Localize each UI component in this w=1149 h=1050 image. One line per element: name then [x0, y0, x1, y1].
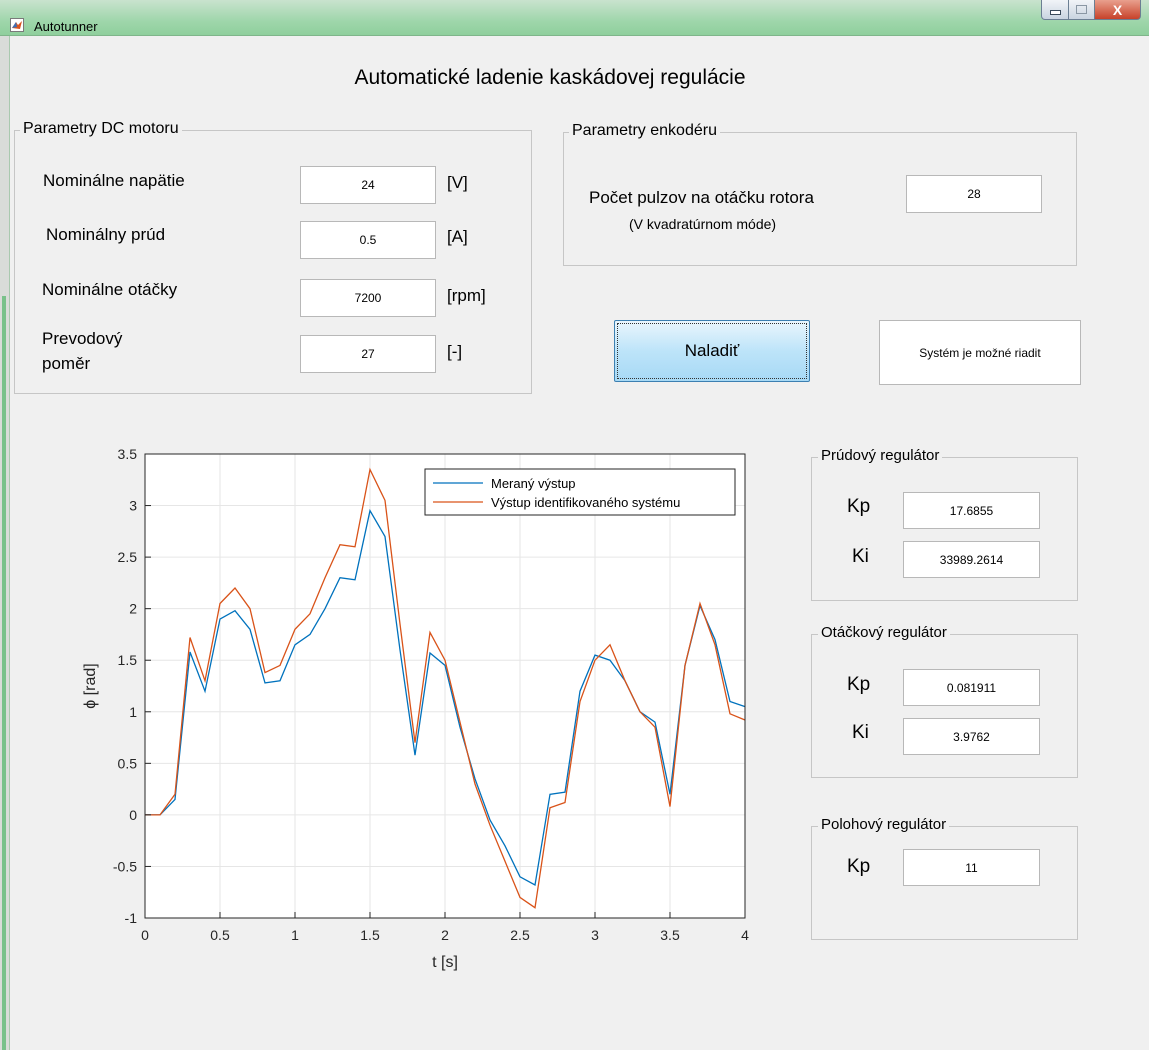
chart-y-axis-label: ϕ [rad]	[82, 663, 99, 708]
gear-ratio-field[interactable]: 27	[300, 335, 436, 373]
speed-ki-field[interactable]: 3.9762	[903, 718, 1040, 755]
position-regulator-title: Polohový regulátor	[818, 816, 950, 833]
x-tick-label: 2	[441, 927, 449, 943]
current-ki-label: Ki	[852, 546, 869, 567]
y-tick-label: 1.5	[118, 652, 138, 668]
window-controls: X	[1041, 0, 1141, 22]
position-kp-field[interactable]: 11	[903, 849, 1040, 886]
close-icon: X	[1112, 1, 1123, 18]
response-chart: 0 0.5 1 1.5 2 2.5 3 3.5 4-1-0.500.511.522.533.5 …	[82, 446, 749, 971]
current-regulator-title: Prúdový regulátor	[818, 447, 943, 464]
voltage-label: Nominálne napätie	[43, 171, 185, 190]
chart-x-axis-label: t [s]	[432, 954, 458, 971]
status-text: Systém je možné riadit	[879, 320, 1081, 385]
current-label: Nominálny prúd	[46, 225, 166, 244]
legend-entry: Meraný výstup	[491, 476, 576, 491]
maximize-icon	[1076, 5, 1087, 14]
x-tick-label: 1	[291, 927, 299, 943]
title-bar: Autotunner X	[0, 0, 1149, 36]
y-tick-label: -0.5	[113, 858, 137, 874]
speed-unit: [rpm]	[447, 286, 486, 305]
maximize-button[interactable]	[1069, 0, 1095, 20]
chart-legend: Meraný výstup Výstup identifikovaného sys…	[424, 468, 736, 516]
y-tick-label: 2	[129, 601, 137, 617]
gear-ratio-unit: [-]	[447, 342, 463, 361]
x-tick-label: 1.5	[360, 927, 380, 943]
y-tick-label: 0	[129, 807, 137, 823]
minimize-button[interactable]	[1041, 0, 1069, 20]
tune-button[interactable]: Naladiť	[614, 320, 810, 382]
speed-ki-label: Ki	[852, 722, 869, 743]
speed-label: Nominálne otáčky	[42, 280, 178, 299]
x-tick-label: 0	[141, 927, 149, 943]
current-unit: [A]	[447, 227, 468, 246]
current-kp-label: Kp	[847, 496, 871, 517]
voltage-unit: [V]	[447, 173, 468, 192]
encoder-params-title: Parametry enkodéru	[569, 122, 720, 140]
y-tick-label: 3	[129, 498, 137, 514]
speed-field[interactable]: 7200	[300, 279, 436, 317]
current-regulator-panel: Prúdový regulátor	[811, 447, 1078, 601]
gear-ratio-label-2: poměr	[42, 354, 91, 373]
window-title: Autotunner	[34, 19, 98, 34]
chart-grid	[144, 453, 746, 919]
x-tick-label: 2.5	[510, 927, 530, 943]
x-tick-label: 0.5	[210, 927, 230, 943]
minimize-icon	[1049, 10, 1061, 15]
y-tick-label: 2.5	[118, 549, 138, 565]
y-tick-label: 3.5	[118, 446, 138, 462]
y-tick-label: 1	[129, 704, 137, 720]
speed-kp-field[interactable]: 0.081911	[903, 669, 1040, 706]
x-tick-label: 4	[741, 927, 749, 943]
gear-ratio-label-1: Prevodový	[42, 329, 123, 348]
close-button[interactable]: X	[1095, 0, 1141, 20]
motor-params-title: Parametry DC motoru	[20, 120, 182, 138]
encoder-mode-label: (V kvadratúrnom móde)	[629, 216, 777, 232]
voltage-field[interactable]: 24	[300, 166, 436, 204]
position-kp-label: Kp	[847, 856, 871, 877]
speed-kp-label: Kp	[847, 674, 871, 695]
y-tick-label: 0.5	[118, 755, 138, 771]
page-title: Automatické ladenie kaskádovej regulácie	[354, 66, 746, 89]
current-field[interactable]: 0.5	[300, 221, 436, 259]
x-tick-label: 3	[591, 927, 599, 943]
encoder-pulses-field[interactable]: 28	[906, 175, 1042, 213]
speed-regulator-title: Otáčkový regulátor	[818, 624, 950, 641]
matlab-app-icon	[10, 18, 24, 32]
current-kp-field[interactable]: 17.6855	[903, 492, 1040, 529]
current-ki-field[interactable]: 33989.2614	[903, 541, 1040, 578]
y-tick-label: -1	[125, 910, 138, 926]
speed-regulator-panel: Otáčkový regulátor	[811, 624, 1078, 778]
window-left-border	[0, 36, 10, 1050]
legend-entry: Výstup identifikovaného systému	[491, 495, 680, 510]
encoder-pulses-label: Počet pulzov na otáčku rotora	[589, 188, 814, 207]
x-tick-label: 3.5	[660, 927, 680, 943]
